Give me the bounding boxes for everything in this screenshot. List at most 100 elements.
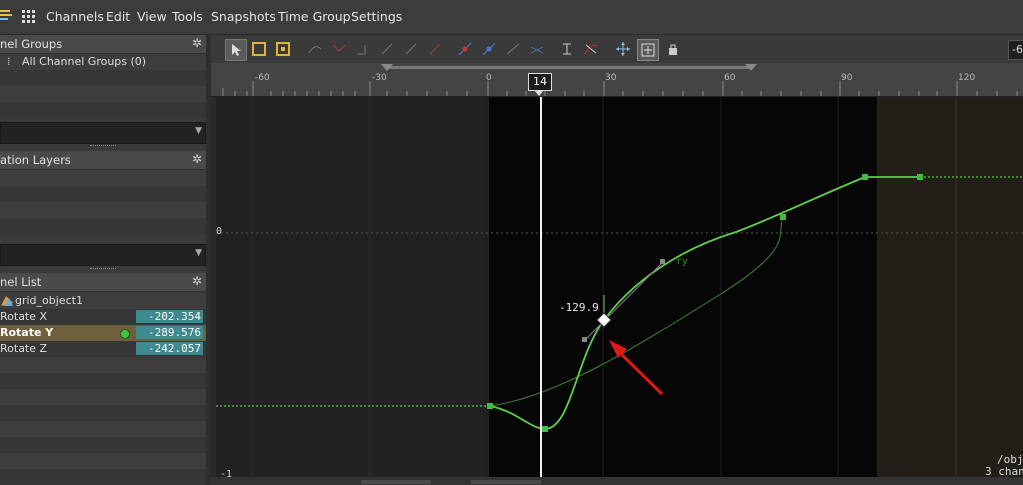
step-tangent-icon[interactable] xyxy=(353,39,373,59)
channel-count-label: 3 chan xyxy=(985,465,1023,477)
list-item xyxy=(0,453,206,469)
tangent-out-handle xyxy=(660,259,665,264)
scrollbar-thumb[interactable] xyxy=(361,480,431,484)
tangent-in-handle xyxy=(582,337,587,342)
menu-bar: Channels Edit View Tools Snapshots Time … xyxy=(0,0,1023,35)
channel-groups-title: nel Groups xyxy=(0,37,63,51)
delete-key-icon[interactable] xyxy=(581,39,601,59)
menu-edit[interactable]: Edit xyxy=(106,9,130,24)
list-item[interactable]: ⁞ All Channel Groups (0) xyxy=(0,54,206,70)
object-icon xyxy=(0,294,14,310)
keyframe xyxy=(917,174,923,180)
splitter-handle[interactable] xyxy=(90,268,116,271)
channel-groups-header: nel Groups ✲ xyxy=(0,35,206,54)
tangent-unify-icon[interactable] xyxy=(479,39,499,59)
channel-row-ry[interactable]: Rotate Y -289.576 xyxy=(0,325,206,341)
animation-layers-title: ation Layers xyxy=(0,153,71,167)
gear-icon[interactable]: ✲ xyxy=(192,274,202,288)
channel-value-field[interactable]: -289.576 xyxy=(136,326,203,339)
smooth-tangent-icon[interactable] xyxy=(305,39,325,59)
select-tool-icon[interactable] xyxy=(225,39,247,61)
ruler-label: -60 xyxy=(255,73,270,83)
out-of-range-right xyxy=(877,97,1023,477)
channel-list-title: nel List xyxy=(0,275,42,289)
insert-key-icon[interactable] xyxy=(557,39,577,59)
bottom-scrollbar[interactable] xyxy=(211,477,1023,485)
box-select-add-icon[interactable] xyxy=(273,39,293,59)
list-item xyxy=(0,102,206,118)
tangent-handles-icon[interactable] xyxy=(455,39,475,59)
animation-layers-header: ation Layers ✲ xyxy=(0,151,206,170)
channel-row-rx[interactable]: Rotate X -202.354 xyxy=(0,309,206,325)
tangent-slope-icon[interactable] xyxy=(503,39,523,59)
linear-tangent-icon[interactable] xyxy=(377,39,397,59)
playback-range xyxy=(489,97,877,477)
list-item xyxy=(0,170,206,186)
ruler-label: 120 xyxy=(958,73,976,83)
timeline-ruler[interactable]: -60 -30 0 30 60 90 120 14 xyxy=(211,63,1023,97)
current-frame-label: 14 xyxy=(533,75,547,88)
channel-name: Rotate Z xyxy=(0,342,48,355)
object-name: grid_object1 xyxy=(15,294,83,307)
channel-tag-label: ry xyxy=(676,256,689,267)
fit-view-icon[interactable] xyxy=(637,39,659,61)
curve-graph[interactable]: 0 -1 -129.9 ry /obj 3 chan xyxy=(216,97,1023,477)
splitter-handle[interactable] xyxy=(90,145,116,148)
current-frame-pointer xyxy=(534,90,544,96)
channel-list-header: nel List ✲ xyxy=(0,273,206,292)
list-item xyxy=(0,405,206,421)
list-item xyxy=(0,357,206,373)
menu-time-group[interactable]: Time Group xyxy=(278,9,351,24)
channel-value-field[interactable]: -242.057 xyxy=(136,342,203,355)
grid-menu-icon[interactable] xyxy=(22,10,35,23)
chevron-down-icon: ▼ xyxy=(195,248,202,258)
list-item xyxy=(0,437,206,453)
frame-field[interactable]: -6 xyxy=(1008,40,1023,60)
list-item xyxy=(0,70,206,86)
list-item xyxy=(0,421,206,437)
frame-field-value: -6 xyxy=(1012,43,1023,56)
list-item xyxy=(0,373,206,389)
channel-row-rz[interactable]: Rotate Z -242.057 xyxy=(0,341,206,357)
gear-icon[interactable]: ✲ xyxy=(192,36,202,50)
list-item xyxy=(0,469,206,485)
frame-all-icon[interactable] xyxy=(613,39,633,59)
lock-icon[interactable] xyxy=(663,39,683,59)
value-axis-minus-label: -1 xyxy=(220,469,233,477)
object-row[interactable]: grid_object1 xyxy=(0,293,206,309)
keyframe xyxy=(862,174,868,180)
selected-dot-icon xyxy=(120,329,130,339)
menu-settings[interactable]: Settings xyxy=(351,9,402,24)
ruler-label: 90 xyxy=(841,73,853,83)
list-item xyxy=(0,218,206,234)
tangent-break-icon[interactable] xyxy=(527,39,547,59)
channel-groups-filter[interactable]: ▼ xyxy=(0,122,206,144)
list-item xyxy=(0,389,206,405)
channel-value-field[interactable]: -202.354 xyxy=(136,310,203,323)
ruler-label: 0 xyxy=(486,73,492,83)
left-panel: nel Groups ✲ ⁞ All Channel Groups (0) ▼ … xyxy=(0,35,206,485)
out-of-range-left xyxy=(216,97,489,477)
menu-tools[interactable]: Tools xyxy=(172,9,203,24)
ruler-label: -30 xyxy=(372,73,387,83)
ruler-label: 30 xyxy=(605,73,617,83)
break-tangent-icon[interactable] xyxy=(329,39,349,59)
linear-in-icon[interactable] xyxy=(401,39,421,59)
linear-out-icon[interactable] xyxy=(425,39,445,59)
current-frame-marker[interactable]: 14 xyxy=(528,73,552,91)
ruler-ticks xyxy=(222,81,1018,96)
channel-group-item: All Channel Groups (0) xyxy=(22,55,147,68)
value-axis-zero-label: 0 xyxy=(216,226,223,237)
scrollbar-thumb[interactable] xyxy=(471,480,541,484)
curve-canvas[interactable] xyxy=(216,97,1023,477)
menu-snapshots[interactable]: Snapshots xyxy=(211,9,276,24)
gear-icon[interactable]: ✲ xyxy=(192,152,202,166)
ruler-label: 60 xyxy=(724,73,736,83)
list-item xyxy=(0,86,206,102)
menu-view[interactable]: View xyxy=(137,9,167,24)
menu-channels[interactable]: Channels xyxy=(46,9,104,24)
animation-layers-filter[interactable]: ▼ xyxy=(0,244,206,266)
box-select-icon[interactable] xyxy=(249,39,269,59)
chevron-down-icon: ▼ xyxy=(195,126,202,136)
main-menu-icon[interactable] xyxy=(0,9,12,23)
